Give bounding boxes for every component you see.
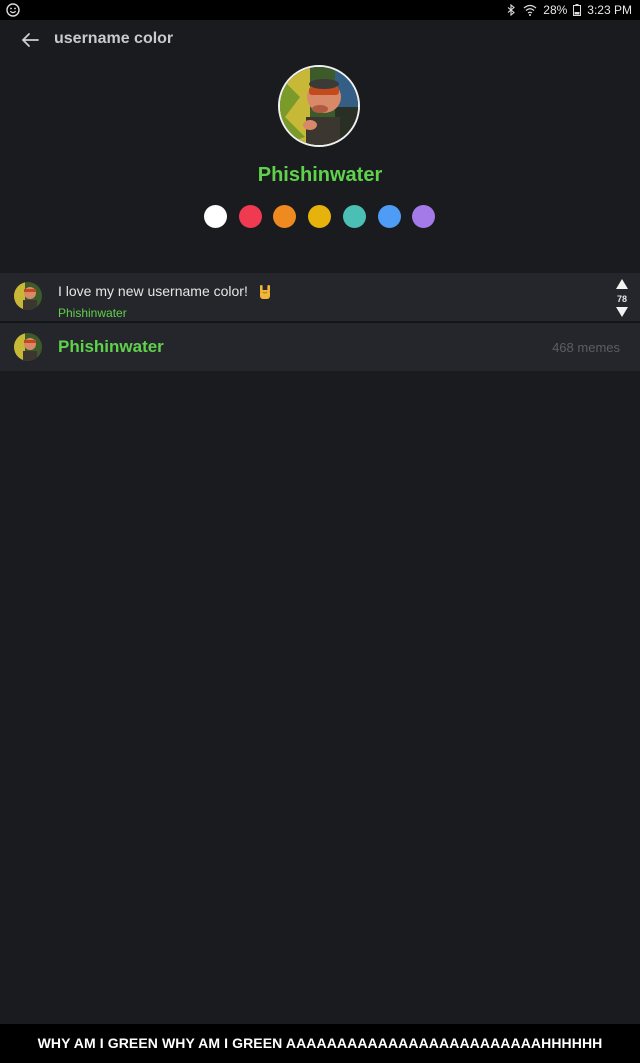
avatar-image <box>14 333 42 361</box>
bluetooth-icon <box>507 4 516 16</box>
comment-text: I love my new username color! <box>58 283 272 300</box>
downvote-icon[interactable] <box>616 307 628 317</box>
color-picker <box>204 205 436 228</box>
color-swatch-white[interactable] <box>204 205 227 228</box>
upvote-icon[interactable] <box>616 279 628 289</box>
vote-count: 78 <box>616 294 627 304</box>
avatar[interactable] <box>14 333 42 361</box>
color-swatch-orange[interactable] <box>273 205 296 228</box>
back-arrow-icon[interactable] <box>18 28 42 52</box>
avatar[interactable] <box>278 65 360 147</box>
comment-author[interactable]: Phishinwater <box>58 306 127 320</box>
wifi-icon <box>523 4 537 16</box>
rock-on-hand-icon <box>259 285 270 300</box>
battery-icon <box>573 4 582 16</box>
user-list-item[interactable]: Phishinwater 468 memes <box>0 323 640 371</box>
avatar-image <box>14 282 42 310</box>
color-swatch-blue[interactable] <box>378 205 401 228</box>
meme-count: 468 memes <box>552 340 620 355</box>
comment-preview[interactable]: I love my new username color! Phishinwat… <box>0 273 640 321</box>
user-name: Phishinwater <box>58 337 164 356</box>
avatar[interactable] <box>14 282 42 310</box>
smiley-icon <box>6 3 20 17</box>
profile-username: Phishinwater <box>257 164 383 186</box>
status-bar: 28% 3:23 PM <box>0 0 640 20</box>
clock-time: 3:23 PM <box>587 3 632 17</box>
color-swatch-yellow[interactable] <box>308 205 331 228</box>
caption-bar: WHY AM I GREEN WHY AM I GREEN AAAAAAAAAA… <box>0 1024 640 1063</box>
app-header: username color <box>0 20 640 60</box>
comment-body: I love my new username color! <box>58 283 248 299</box>
color-swatch-teal[interactable] <box>343 205 366 228</box>
page-title: username color <box>54 30 174 47</box>
color-swatch-purple[interactable] <box>412 205 435 228</box>
caption-text: WHY AM I GREEN WHY AM I GREEN AAAAAAAAAA… <box>37 1035 603 1051</box>
avatar-image <box>280 67 358 145</box>
color-swatch-red[interactable] <box>239 205 262 228</box>
battery-percent: 28% <box>543 3 568 17</box>
